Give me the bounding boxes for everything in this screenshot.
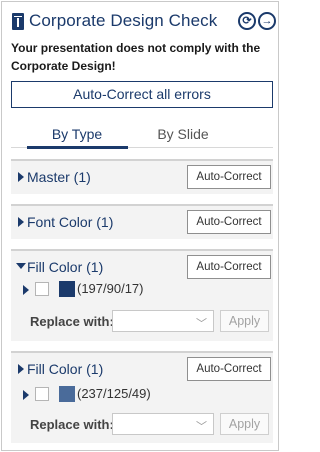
panel-title: Corporate Design Check	[29, 11, 218, 30]
document-check-icon	[12, 13, 24, 30]
refresh-icon[interactable]: ⟳	[238, 12, 256, 30]
replace-color-dropdown[interactable]: ﹀	[112, 310, 214, 332]
auto-correct-button[interactable]: Auto-Correct	[187, 357, 271, 381]
section-label[interactable]: Fill Color (1)	[27, 258, 103, 276]
chevron-down-icon: ﹀	[196, 421, 207, 433]
tab-by-type[interactable]: By Type	[27, 123, 127, 145]
color-swatch	[59, 281, 75, 297]
list-item: (237/125/49)	[11, 386, 273, 404]
item-checkbox[interactable]	[35, 282, 49, 296]
add-in-panel: Corporate Design Check ⟳ → Your presenta…	[1, 1, 279, 451]
compliance-warning: Your presentation does not comply with t…	[11, 41, 261, 73]
section-master: Master (1) Auto-Correct	[11, 159, 273, 194]
section-label[interactable]: Font Color (1)	[27, 213, 113, 231]
color-value: (197/90/17)	[77, 281, 144, 296]
expand-arrow-icon[interactable]	[23, 390, 29, 400]
section-fill-color: Fill Color (1) Auto-Correct (197/90/17) …	[11, 249, 273, 341]
chevron-down-icon: ﹀	[196, 318, 207, 330]
auto-correct-all-button[interactable]: Auto-Correct all errors	[11, 81, 273, 108]
section-label[interactable]: Master (1)	[27, 168, 91, 186]
expand-arrow-icon[interactable]	[18, 364, 24, 374]
arrow-right-circle-icon[interactable]: →	[258, 12, 276, 30]
section-fill-color: Fill Color (1) Auto-Correct (237/125/49)…	[11, 351, 273, 443]
auto-correct-button[interactable]: Auto-Correct	[187, 210, 271, 234]
auto-correct-button[interactable]: Auto-Correct	[187, 165, 271, 189]
replace-label: Replace with:	[30, 417, 114, 432]
expand-arrow-icon[interactable]	[18, 172, 24, 182]
active-tab-indicator	[27, 146, 128, 149]
item-checkbox[interactable]	[35, 387, 49, 401]
list-item: (197/90/17)	[11, 281, 273, 299]
expand-arrow-icon[interactable]	[23, 285, 29, 295]
section-font-color: Font Color (1) Auto-Correct	[11, 204, 273, 239]
view-tabs: By Type By Slide	[11, 123, 273, 149]
auto-correct-button[interactable]: Auto-Correct	[187, 255, 271, 279]
tab-by-slide[interactable]: By Slide	[133, 123, 233, 145]
section-label[interactable]: Fill Color (1)	[27, 360, 103, 378]
apply-button[interactable]: Apply	[220, 310, 269, 332]
color-value: (237/125/49)	[77, 386, 151, 401]
panel-header: Corporate Design Check ⟳ →	[10, 10, 276, 34]
apply-button[interactable]: Apply	[220, 413, 269, 435]
collapse-arrow-icon[interactable]	[16, 263, 26, 269]
replace-label: Replace with:	[30, 314, 114, 329]
expand-arrow-icon[interactable]	[18, 217, 24, 227]
color-swatch	[59, 386, 75, 402]
replace-color-dropdown[interactable]: ﹀	[112, 413, 214, 435]
